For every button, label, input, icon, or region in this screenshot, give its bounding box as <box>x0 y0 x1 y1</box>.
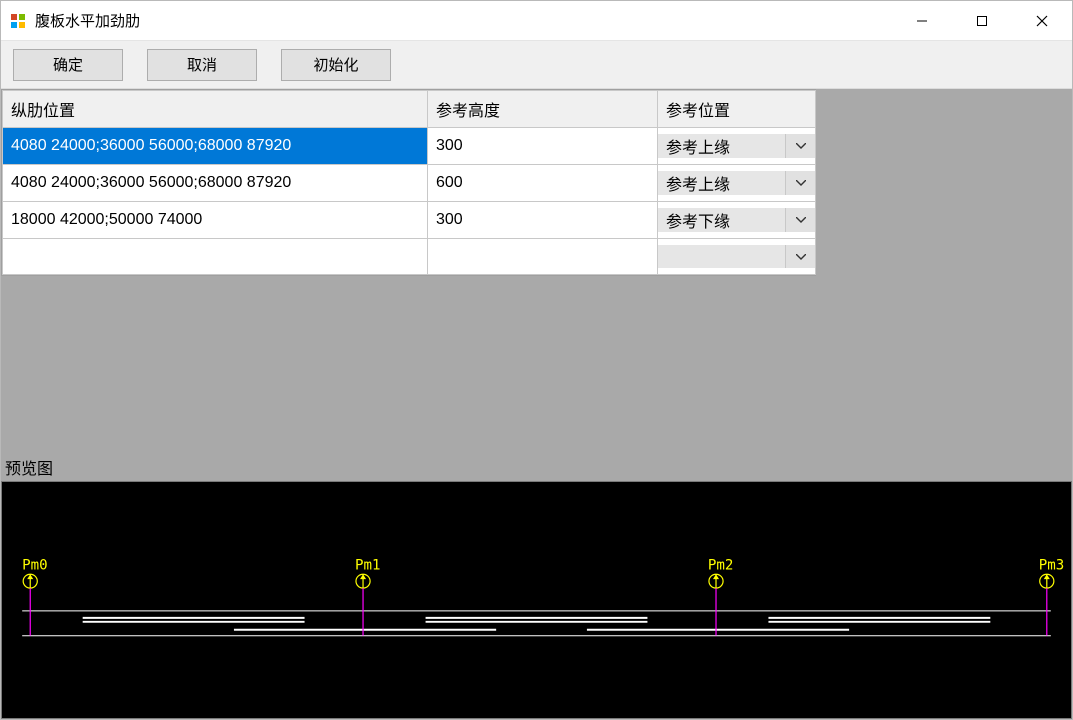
col-header-height[interactable]: 参考高度 <box>428 91 658 128</box>
minimize-button[interactable] <box>892 1 952 41</box>
ok-button[interactable]: 确定 <box>13 49 123 81</box>
table-row[interactable] <box>3 239 816 275</box>
svg-text:Pm0: Pm0 <box>22 557 48 573</box>
cell-position[interactable] <box>3 239 428 275</box>
reference-value[interactable]: 参考上缘 <box>658 171 785 195</box>
init-button[interactable]: 初始化 <box>281 49 391 81</box>
table-header-row: 纵肋位置 参考高度 参考位置 <box>3 91 816 128</box>
window: 腹板水平加劲肋 确定 取消 初始化 <box>0 0 1073 720</box>
reference-value[interactable] <box>658 245 785 268</box>
preview-section: 预览图 <box>1 455 1072 719</box>
cell-position[interactable]: 4080 24000;36000 56000;68000 87920 <box>3 165 428 202</box>
cell-height[interactable]: 300 <box>428 128 658 165</box>
toolbar: 确定 取消 初始化 <box>1 41 1072 89</box>
cancel-button[interactable]: 取消 <box>147 49 257 81</box>
cell-height[interactable] <box>428 239 658 275</box>
cell-reference[interactable]: 参考下缘 <box>658 202 816 239</box>
cell-position[interactable]: 4080 24000;36000 56000;68000 87920 <box>3 128 428 165</box>
titlebar: 腹板水平加劲肋 <box>1 1 1072 41</box>
preview-canvas[interactable]: Pm0 Pm1 Pm2 <box>1 481 1072 719</box>
table-row[interactable]: 18000 42000;50000 74000300参考下缘 <box>3 202 816 239</box>
table-row[interactable]: 4080 24000;36000 56000;68000 87920600参考上… <box>3 165 816 202</box>
table-row[interactable]: 4080 24000;36000 56000;68000 87920300参考上… <box>3 128 816 165</box>
chevron-down-icon[interactable] <box>785 208 815 232</box>
cell-height[interactable]: 600 <box>428 165 658 202</box>
chevron-down-icon[interactable] <box>785 245 815 268</box>
col-header-position[interactable]: 纵肋位置 <box>3 91 428 128</box>
maximize-button[interactable] <box>952 1 1012 41</box>
svg-text:Pm1: Pm1 <box>355 557 381 573</box>
svg-text:Pm2: Pm2 <box>708 557 734 573</box>
app-icon <box>9 12 27 30</box>
preview-label: 预览图 <box>1 455 1072 481</box>
svg-text:Pm3: Pm3 <box>1039 557 1065 573</box>
stiffener-table: 纵肋位置 参考高度 参考位置 4080 24000;36000 56000;68… <box>1 89 816 276</box>
cell-reference[interactable]: 参考上缘 <box>658 165 816 202</box>
content-area: 纵肋位置 参考高度 参考位置 4080 24000;36000 56000;68… <box>1 89 1072 719</box>
close-button[interactable] <box>1012 1 1072 41</box>
reference-value[interactable]: 参考上缘 <box>658 134 785 158</box>
cell-reference[interactable] <box>658 239 816 275</box>
window-title: 腹板水平加劲肋 <box>35 10 140 31</box>
cell-position[interactable]: 18000 42000;50000 74000 <box>3 202 428 239</box>
col-header-reference[interactable]: 参考位置 <box>658 91 816 128</box>
cell-reference[interactable]: 参考上缘 <box>658 128 816 165</box>
chevron-down-icon[interactable] <box>785 134 815 158</box>
chevron-down-icon[interactable] <box>785 171 815 195</box>
reference-value[interactable]: 参考下缘 <box>658 208 785 232</box>
cell-height[interactable]: 300 <box>428 202 658 239</box>
